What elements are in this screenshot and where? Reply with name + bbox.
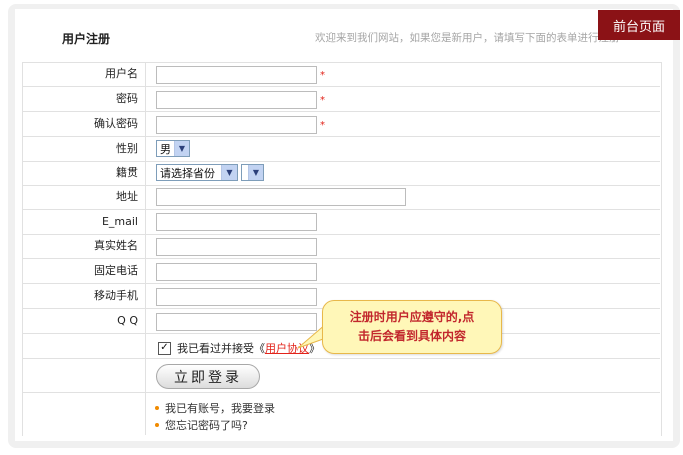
label-password: 密码 <box>116 92 138 105</box>
row-submit <box>22 358 660 393</box>
agreement-checkbox[interactable]: ✓ <box>158 341 171 355</box>
page-title: 用户注册 <box>62 32 111 46</box>
bullet-icon <box>155 406 159 410</box>
bullet-icon <box>155 423 159 427</box>
email-input[interactable] <box>156 213 317 231</box>
gender-selected-value: 男 <box>160 142 171 156</box>
label-mobile: 移动手机 <box>94 289 138 302</box>
qq-input[interactable] <box>156 313 317 331</box>
welcome-text: 欢迎来到我们网站，如果您是新用户，请填写下面的表单进行注册 <box>315 32 620 44</box>
row-native-place: 籍贯 <box>22 161 660 186</box>
tooltip-line-1: 注册时用户应遵守的,点 <box>349 310 475 324</box>
label-email: E_mail <box>101 215 138 228</box>
label-qq: Q Q <box>117 314 138 327</box>
username-input[interactable] <box>156 66 317 84</box>
row-real-name: 真实姓名 <box>22 234 660 259</box>
landline-input[interactable] <box>156 263 317 281</box>
chevron-down-icon: ▼ <box>221 165 237 180</box>
row-landline: 固定电话 <box>22 259 660 284</box>
username-required-mark: * <box>320 70 325 81</box>
label-address: 地址 <box>116 190 138 203</box>
password-input[interactable] <box>156 91 317 109</box>
label-real-name: 真实姓名 <box>94 239 138 252</box>
label-landline: 固定电话 <box>94 264 138 277</box>
confirm-password-input[interactable] <box>156 116 317 134</box>
chevron-down-icon: ▼ <box>174 141 189 156</box>
row-gender: 性别 <box>22 137 660 162</box>
agreement-tooltip: 注册时用户应遵守的,点 击后会看到具体内容 <box>322 300 502 354</box>
label-username: 用户名 <box>105 67 138 80</box>
address-input[interactable] <box>156 188 406 206</box>
agreement-text-before: 我已看过并接受《 <box>177 342 265 355</box>
real-name-input[interactable] <box>156 238 317 256</box>
front-page-button[interactable]: 前台页面 <box>598 10 680 40</box>
forgot-password-row: 您忘记密码了吗? <box>155 417 248 433</box>
label-native-place: 籍贯 <box>116 166 138 179</box>
gender-select[interactable]: 男 ▼ <box>156 140 190 157</box>
forgot-password-link[interactable]: 您忘记密码了吗? <box>165 417 248 433</box>
row-email: E_mail <box>22 210 660 235</box>
row-username: 用户名 <box>22 62 660 87</box>
mobile-input[interactable] <box>156 288 317 306</box>
label-confirm-password: 确认密码 <box>94 117 138 130</box>
row-password: 密码 <box>22 87 660 112</box>
confirm-password-required-mark: * <box>320 120 325 131</box>
has-account-row: 我已有账号，我要登录 <box>155 400 275 416</box>
row-confirm-password: 确认密码 <box>22 112 660 137</box>
has-account-link[interactable]: 我已有账号，我要登录 <box>165 400 275 416</box>
tooltip-line-2: 击后会看到具体内容 <box>357 329 466 343</box>
province-selected-value: 请选择省份 <box>160 166 215 180</box>
label-gender: 性别 <box>116 142 138 155</box>
column-divider <box>145 62 146 435</box>
submit-button[interactable]: 立即登录 <box>156 364 260 389</box>
city-select[interactable]: ▼ <box>241 164 264 181</box>
password-required-mark: * <box>320 95 325 106</box>
chevron-down-icon: ▼ <box>248 165 263 180</box>
province-select[interactable]: 请选择省份 ▼ <box>156 164 238 181</box>
